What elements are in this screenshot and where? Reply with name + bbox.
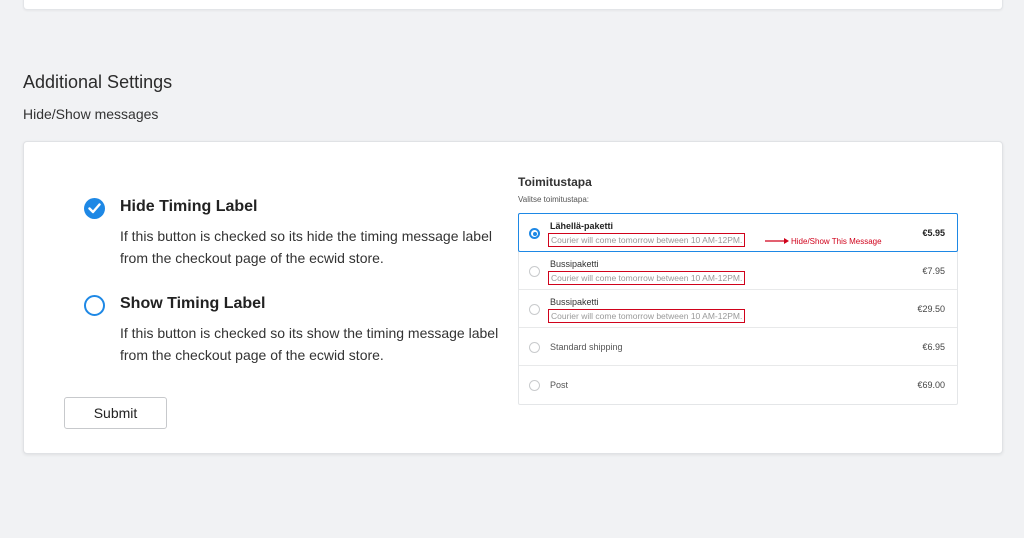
timing-message: Courier will come tomorrow between 10 AM… bbox=[548, 271, 746, 285]
shipping-name: Bussipaketti bbox=[550, 297, 599, 307]
preview-title: Toimitustapa bbox=[518, 175, 592, 189]
timing-message: Courier will come tomorrow between 10 AM… bbox=[548, 233, 746, 247]
shipping-row: Post €69.00 bbox=[519, 366, 957, 404]
shipping-name: Bussipaketti bbox=[550, 259, 599, 269]
section-subtitle: Hide/Show messages bbox=[23, 106, 159, 122]
shipping-row: Lähellä-paketti Courier will come tomorr… bbox=[518, 213, 958, 252]
shipping-radio bbox=[529, 342, 540, 353]
annotation-label: Hide/Show This Message bbox=[791, 237, 882, 246]
settings-card: Hide Timing Label If this button is chec… bbox=[23, 141, 1003, 454]
shipping-price: €29.50 bbox=[917, 304, 945, 314]
shipping-name: Standard shipping bbox=[550, 342, 623, 352]
arrow-right-icon bbox=[765, 238, 789, 244]
hide-timing-title: Hide Timing Label bbox=[120, 198, 258, 215]
shipping-options-list: Lähellä-paketti Courier will come tomorr… bbox=[518, 213, 958, 405]
show-timing-description: If this button is checked so its show th… bbox=[120, 325, 499, 363]
preview-subtitle: Valitse toimitustapa: bbox=[518, 195, 589, 204]
shipping-price: €69.00 bbox=[917, 380, 945, 390]
shipping-price: €6.95 bbox=[922, 342, 945, 352]
previous-card bbox=[23, 0, 1003, 10]
shipping-radio bbox=[529, 266, 540, 277]
shipping-radio bbox=[529, 380, 540, 391]
hide-timing-description: If this button is checked so its hide th… bbox=[120, 228, 492, 266]
hide-timing-radio[interactable] bbox=[84, 198, 105, 219]
shipping-radio-selected bbox=[529, 228, 540, 239]
shipping-row: Bussipaketti Courier will come tomorrow … bbox=[519, 252, 957, 290]
timing-message: Courier will come tomorrow between 10 AM… bbox=[548, 309, 746, 323]
check-icon bbox=[88, 203, 101, 214]
section-title: Additional Settings bbox=[23, 72, 173, 92]
shipping-price: €7.95 bbox=[922, 266, 945, 276]
show-timing-radio[interactable] bbox=[84, 295, 105, 316]
shipping-row: Bussipaketti Courier will come tomorrow … bbox=[519, 290, 957, 328]
show-timing-title: Show Timing Label bbox=[120, 295, 266, 312]
submit-button[interactable]: Submit bbox=[64, 397, 167, 429]
checkout-preview-image: Toimitustapa Valitse toimitustapa: Lähel… bbox=[518, 175, 958, 405]
shipping-radio bbox=[529, 304, 540, 315]
shipping-name: Post bbox=[550, 380, 569, 390]
shipping-name: Lähellä-paketti bbox=[550, 221, 614, 231]
shipping-row: Standard shipping €6.95 bbox=[519, 328, 957, 366]
shipping-price: €5.95 bbox=[922, 228, 945, 238]
